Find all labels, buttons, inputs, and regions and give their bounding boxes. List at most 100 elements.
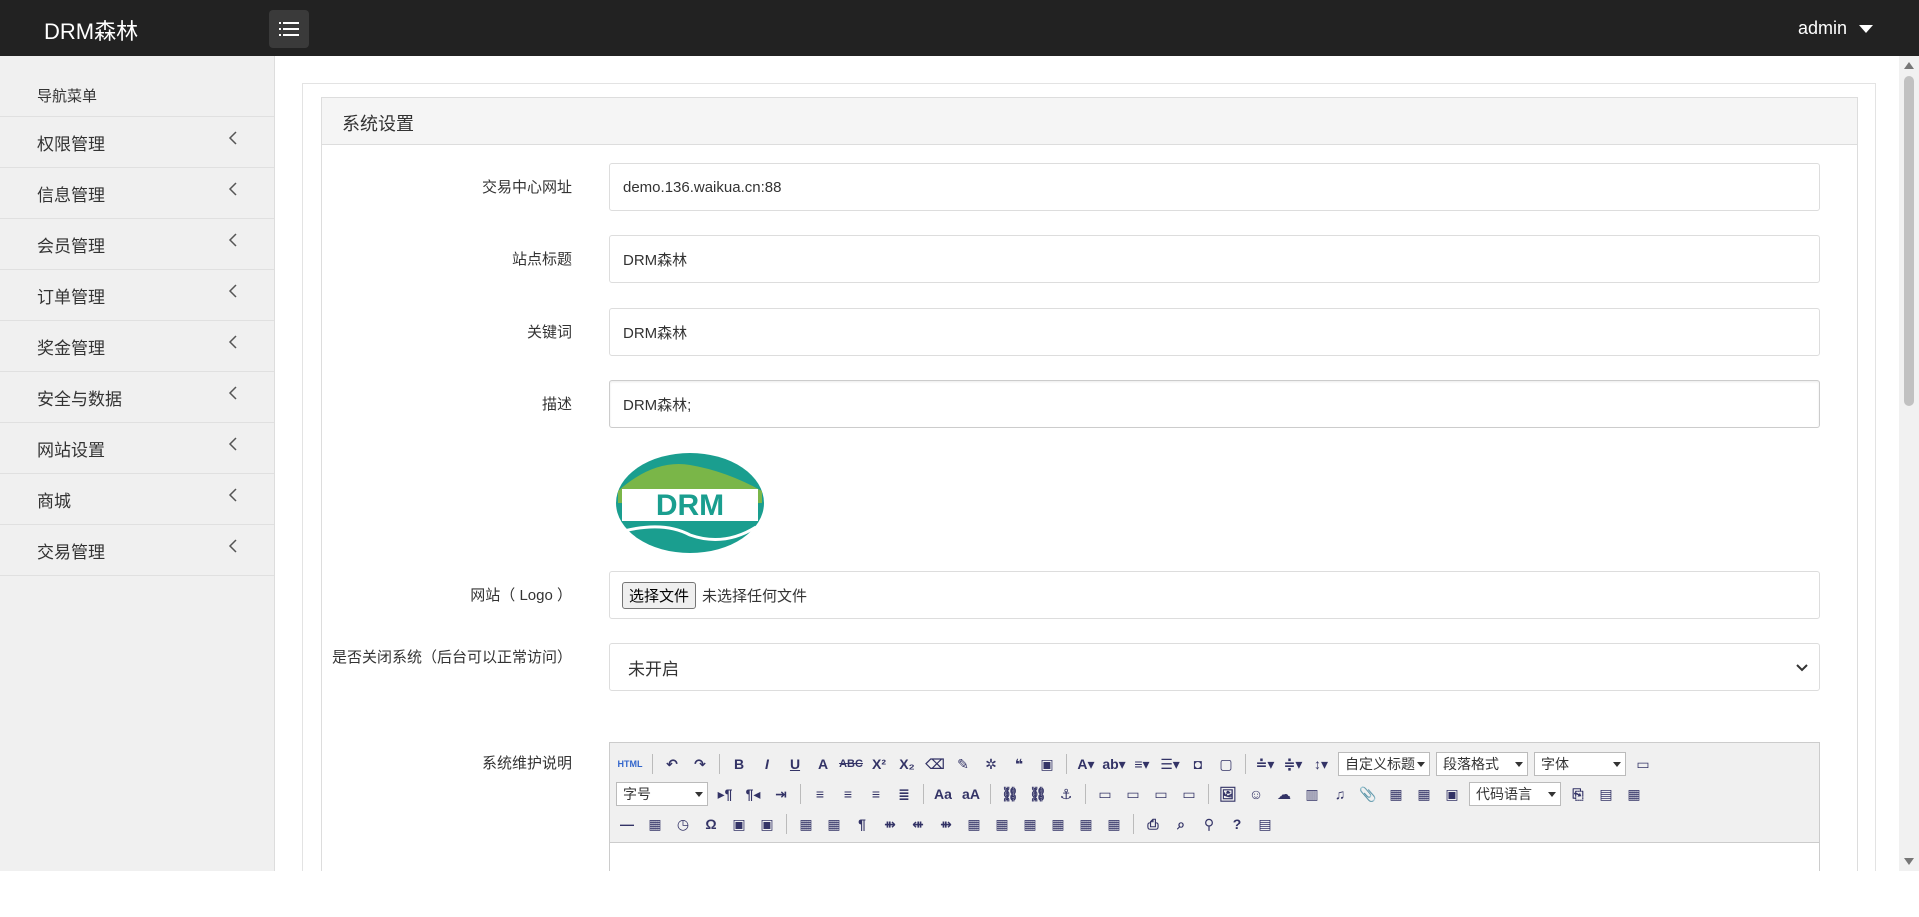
logo-file-input[interactable]: 选择文件 未选择任何文件 [609, 571, 1820, 619]
print-icon[interactable]: ⎙ [1142, 813, 1164, 835]
align-left-icon[interactable]: ≡ [809, 783, 831, 805]
font-color-icon[interactable]: A▾ [1075, 753, 1097, 775]
bold-icon[interactable]: B [728, 753, 750, 775]
font-border-icon[interactable]: A [812, 753, 834, 775]
editor-body[interactable] [610, 843, 1819, 871]
insert-row-icon[interactable]: ⇻ [879, 813, 901, 835]
format-brush-icon[interactable]: ✎ [952, 753, 974, 775]
site-title-input[interactable]: DRM森林 [609, 235, 1820, 283]
scroll-thumb[interactable] [1904, 76, 1914, 406]
uppercase-icon[interactable]: Aa [932, 783, 954, 805]
user-menu[interactable]: admin [1798, 18, 1873, 39]
help-icon[interactable]: ? [1226, 813, 1248, 835]
description-input[interactable]: DRM森林; [609, 380, 1820, 428]
scroll-up-icon[interactable] [1904, 62, 1914, 69]
search-replace-icon[interactable]: ⚲ [1198, 813, 1220, 835]
select-all-icon[interactable]: ◘ [1187, 753, 1209, 775]
insert-frame-icon[interactable]: ▣ [1441, 783, 1463, 805]
sidebar-item[interactable]: 安全与数据 [0, 372, 274, 423]
map-icon[interactable]: ▦ [1385, 783, 1407, 805]
special-chars-icon[interactable]: Ω [700, 813, 722, 835]
delete-table-icon[interactable]: ▦ [823, 813, 845, 835]
rich-text-editor[interactable]: HTML ↶ ↷ B I U A ABC X² X₂ ⌫ ✎ ✲ ❝ ▣ A▾ … [609, 742, 1820, 871]
link-icon[interactable]: ⛓ [999, 783, 1021, 805]
sidebar-item[interactable]: 网站设置 [0, 423, 274, 474]
superscript-icon[interactable]: X² [868, 753, 890, 775]
anchor-icon[interactable]: ⚓ [1055, 783, 1077, 805]
trade-url-input[interactable]: demo.136.waikua.cn:88 [609, 163, 1820, 211]
merge-right-icon[interactable]: ▦ [991, 813, 1013, 835]
insert-video-icon[interactable]: ▥ [1301, 783, 1323, 805]
strikethrough-icon[interactable]: ABC [839, 753, 863, 775]
sidebar-item[interactable]: 交易管理 [0, 525, 274, 576]
ltr-icon[interactable]: ▸¶ [714, 783, 736, 805]
brand-title[interactable]: DRM森林 [44, 14, 138, 46]
image-center-icon[interactable]: ▭ [1178, 783, 1200, 805]
page-scrollbar[interactable] [1899, 56, 1919, 871]
code-language-select[interactable]: 代码语言 [1469, 782, 1561, 806]
sidebar-item[interactable]: 会员管理 [0, 219, 274, 270]
unordered-list-icon[interactable]: ☰▾ [1159, 753, 1181, 775]
gmap-icon[interactable]: ▦ [1413, 783, 1435, 805]
sidebar-item[interactable]: 奖金管理 [0, 321, 274, 372]
align-center-icon[interactable]: ≡ [837, 783, 859, 805]
underline-icon[interactable]: U [784, 753, 806, 775]
italic-icon[interactable]: I [756, 753, 778, 775]
row-spacing-bottom-icon[interactable]: ≑▾ [1282, 753, 1304, 775]
blockquote-icon[interactable]: ❝ [1008, 753, 1030, 775]
page-break-icon[interactable]: ⎘ [1567, 783, 1589, 805]
background-icon[interactable]: ▦ [1623, 783, 1645, 805]
ordered-list-icon[interactable]: ≡▾ [1131, 753, 1153, 775]
template-icon[interactable]: ▤ [1595, 783, 1617, 805]
indent-icon[interactable]: ⇥ [770, 783, 792, 805]
preview-icon[interactable]: ⌕ [1170, 813, 1192, 835]
insert-music-icon[interactable]: ♫ [1329, 783, 1351, 805]
scroll-down-icon[interactable] [1904, 858, 1914, 865]
close-system-select[interactable]: 未开启 [609, 643, 1820, 691]
wordimage-icon[interactable]: ▣ [728, 813, 750, 835]
paragraph-select[interactable]: 段落格式 [1436, 752, 1528, 776]
row-spacing-top-icon[interactable]: ≐▾ [1254, 753, 1276, 775]
draft-icon[interactable]: ▤ [1254, 813, 1276, 835]
image-none-icon[interactable]: ▭ [1094, 783, 1116, 805]
auto-format-icon[interactable]: ✲ [980, 753, 1002, 775]
split-rows-icon[interactable]: ▦ [1075, 813, 1097, 835]
html-source-icon[interactable]: HTML [616, 753, 644, 775]
align-right-icon[interactable]: ≡ [865, 783, 887, 805]
delete-row-icon[interactable]: ⇺ [907, 813, 929, 835]
date-icon[interactable]: ▦ [644, 813, 666, 835]
sidebar-item[interactable]: 信息管理 [0, 168, 274, 219]
attachment-icon[interactable]: 📎 [1357, 783, 1379, 805]
lowercase-icon[interactable]: aA [960, 783, 982, 805]
unlink-icon[interactable]: ⛓ [1027, 783, 1049, 805]
insert-image-icon[interactable]: 🖼 [1217, 783, 1239, 805]
keywords-input[interactable]: DRM森林 [609, 308, 1820, 356]
line-height-icon[interactable]: ↕▾ [1310, 753, 1332, 775]
rtl-icon[interactable]: ¶◂ [742, 783, 764, 805]
merge-cells-icon[interactable]: ▦ [963, 813, 985, 835]
choose-file-button[interactable]: 选择文件 [622, 581, 697, 609]
image-left-icon[interactable]: ▭ [1122, 783, 1144, 805]
merge-down-icon[interactable]: ▦ [1019, 813, 1041, 835]
fullscreen-icon[interactable]: ▭ [1632, 753, 1654, 775]
insert-table-icon[interactable]: ▦ [795, 813, 817, 835]
redo-icon[interactable]: ↷ [689, 753, 711, 775]
subscript-icon[interactable]: X₂ [896, 753, 918, 775]
custom-title-select[interactable]: 自定义标题 [1338, 752, 1430, 776]
scrawl-icon[interactable]: ☁ [1273, 783, 1295, 805]
font-family-select[interactable]: 字体 [1534, 752, 1626, 776]
split-cols-icon[interactable]: ▦ [1103, 813, 1125, 835]
snapscreen-icon[interactable]: ▣ [756, 813, 778, 835]
eraser-icon[interactable]: ⌫ [924, 753, 946, 775]
split-cells-icon[interactable]: ▦ [1047, 813, 1069, 835]
emotion-icon[interactable]: ☺ [1245, 783, 1267, 805]
horizontal-rule-icon[interactable]: — [616, 813, 638, 835]
justify-icon[interactable]: ≣ [893, 783, 915, 805]
sidebar-toggle-button[interactable] [269, 10, 309, 48]
image-right-icon[interactable]: ▭ [1150, 783, 1172, 805]
font-size-select[interactable]: 字号 [616, 782, 708, 806]
clear-doc-icon[interactable]: ▢ [1215, 753, 1237, 775]
paste-plain-icon[interactable]: ▣ [1036, 753, 1058, 775]
insert-col-icon[interactable]: ⇻ [935, 813, 957, 835]
insert-paragraph-icon[interactable]: ¶ [851, 813, 873, 835]
